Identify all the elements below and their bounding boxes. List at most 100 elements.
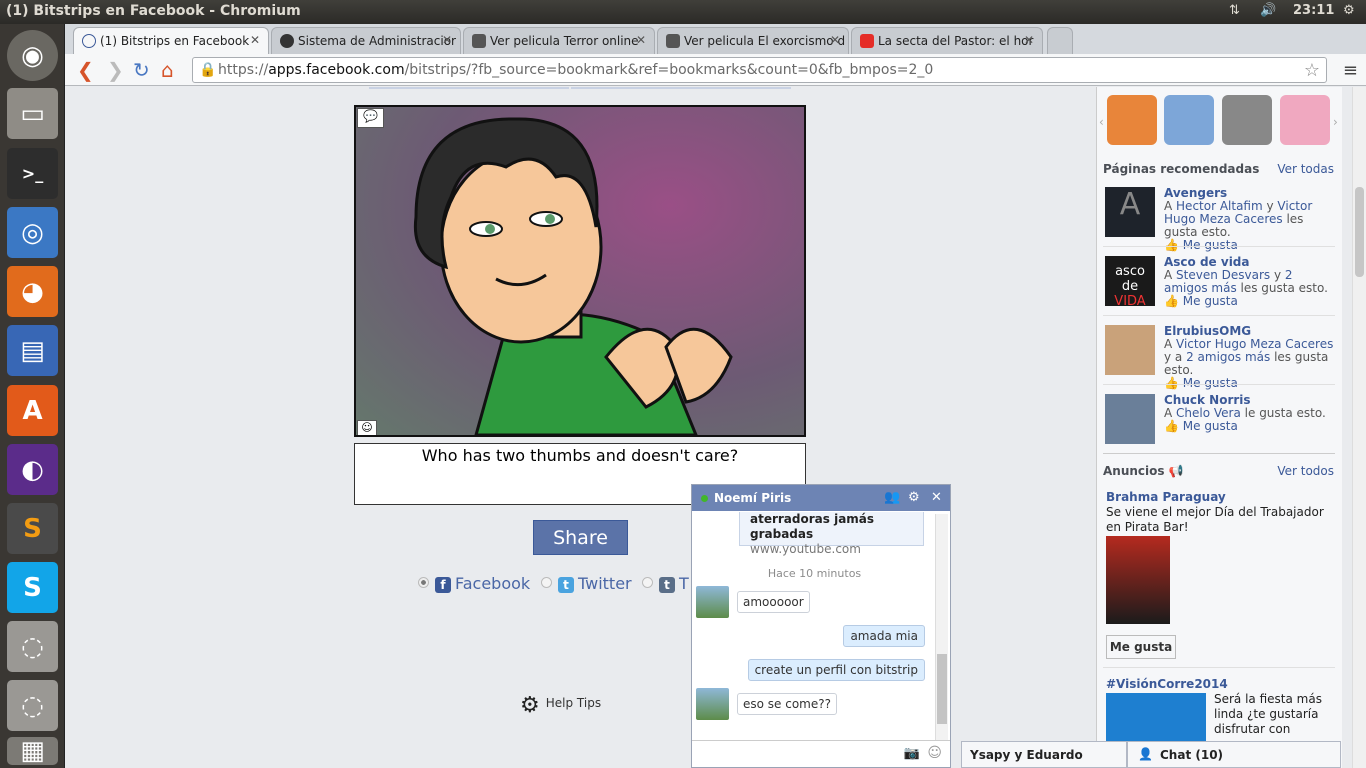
tab-sistema[interactable]: Sistema de Administracior ✕	[271, 27, 461, 54]
ad-image[interactable]	[1106, 536, 1170, 624]
ad-title[interactable]: Brahma Paraguay	[1106, 490, 1226, 504]
tab-terror[interactable]: Ver pelicula Terror online ✕	[463, 27, 655, 54]
elrubius-thumbnail[interactable]	[1105, 325, 1155, 375]
like-button[interactable]: 👍 Me gusta	[1164, 238, 1238, 252]
tab-label: Ver pelicula Terror online	[490, 34, 639, 48]
tab-bitstrips[interactable]: (1) Bitstrips en Facebook ✕	[73, 27, 269, 54]
software-center-icon[interactable]: A	[7, 385, 58, 436]
app-icon-faces[interactable]	[1222, 95, 1272, 145]
new-tab-button[interactable]	[1047, 27, 1073, 54]
reload-icon[interactable]: ↻	[133, 58, 150, 82]
ads-see-all-link[interactable]: Ver todos	[1277, 464, 1334, 478]
gear-icon[interactable]: ⚙	[908, 490, 920, 505]
friend-link[interactable]: Victor Hugo Meza Caceres	[1176, 337, 1333, 351]
like-button[interactable]: 👍 Me gusta	[1164, 294, 1238, 308]
page-name[interactable]: ElrubiusOMG	[1164, 324, 1251, 338]
comic-panel[interactable]: 💬 ☺	[354, 105, 806, 437]
tab-label: Ver pelicula El exorcismo d	[684, 34, 846, 48]
emoticon-icon[interactable]: ☺	[927, 745, 942, 761]
network-icon[interactable]: ⇅	[1229, 3, 1240, 18]
carousel-next-icon[interactable]: ›	[1333, 115, 1338, 129]
shared-link-card[interactable]: aterradoras jamás grabadas www.youtube.c…	[739, 512, 924, 556]
carousel-prev-icon[interactable]: ‹	[1099, 115, 1104, 129]
chat-input[interactable]: 📷 ☺	[692, 740, 950, 767]
help-label: Help Tips	[545, 696, 602, 710]
avatar[interactable]	[696, 688, 729, 720]
forward-icon[interactable]: ❯	[107, 58, 124, 82]
add-friend-icon[interactable]: 👥	[884, 490, 900, 505]
files-icon[interactable]: ▭	[7, 88, 58, 139]
ads-header: Anuncios 📢	[1103, 464, 1184, 478]
terminal-icon[interactable]: >_	[7, 148, 58, 199]
option-label: Facebook	[455, 574, 531, 593]
close-icon[interactable]: ✕	[442, 33, 452, 47]
drive-icon[interactable]: ◌	[7, 621, 58, 672]
page-scrollbar[interactable]	[1352, 87, 1366, 768]
menu-icon[interactable]: ≡	[1343, 60, 1358, 81]
ad-title[interactable]: #VisiónCorre2014	[1106, 677, 1228, 691]
bookmark-star-icon[interactable]: ☆	[1304, 60, 1320, 81]
tab-label: Sistema de Administracior	[298, 34, 456, 48]
page-name[interactable]: Chuck Norris	[1164, 393, 1251, 407]
ad-like-button[interactable]: Me gusta	[1106, 635, 1176, 659]
radio-unselected[interactable]	[642, 577, 653, 588]
settings-gear-icon[interactable]: ⚙	[1343, 3, 1355, 18]
chat-header[interactable]: Noemí Piris 👥 ⚙ ✕	[692, 485, 950, 511]
eclipse-icon[interactable]: ◐	[7, 444, 58, 495]
app-icon-fashion[interactable]	[1280, 95, 1330, 145]
radio-unselected[interactable]	[541, 577, 552, 588]
scrollbar-thumb[interactable]	[1355, 187, 1364, 277]
asco-de-vida-thumbnail[interactable]: asco de VIDA	[1105, 256, 1155, 309]
like-button[interactable]: 👍 Me gusta	[1164, 376, 1238, 390]
chat-tab-group[interactable]: Ysapy y Eduardo	[961, 741, 1127, 768]
like-button[interactable]: 👍 Me gusta	[1164, 419, 1238, 433]
back-icon[interactable]: ❮	[77, 58, 94, 82]
close-icon[interactable]: ✕	[250, 33, 260, 47]
drive-icon[interactable]: ◌	[7, 680, 58, 731]
chuck-norris-thumbnail[interactable]	[1105, 394, 1155, 444]
page-name[interactable]: Asco de vida	[1164, 255, 1250, 269]
skype-icon[interactable]: S	[7, 562, 58, 613]
share-option-facebook[interactable]: f Facebook	[418, 574, 530, 593]
camera-icon[interactable]: 📷	[904, 746, 920, 761]
chromium-icon[interactable]: ◎	[7, 207, 58, 258]
ubuntu-dash-icon[interactable]: ◉	[7, 30, 58, 81]
friend-link[interactable]: Hector Altafim	[1176, 199, 1263, 213]
help-tips-link[interactable]: ⚙ Help Tips	[520, 693, 601, 718]
app-icon-pic[interactable]	[1164, 95, 1214, 145]
friend-link[interactable]: Steven Desvars	[1176, 268, 1270, 282]
avengers-thumbnail[interactable]: A	[1105, 187, 1155, 237]
chat-contact-name[interactable]: Noemí Piris	[714, 491, 791, 505]
clock[interactable]: 23:11	[1293, 3, 1334, 18]
close-icon[interactable]: ✕	[830, 33, 840, 47]
close-icon[interactable]: ✕	[636, 33, 646, 47]
emoji-icon[interactable]: ☺	[357, 420, 377, 435]
chat-sidebar-toggle[interactable]: 👤 Chat (10)	[1127, 741, 1341, 768]
app-icon-pet[interactable]	[1107, 95, 1157, 145]
see-all-link[interactable]: Ver todas	[1277, 162, 1334, 176]
share-button[interactable]: Share	[533, 520, 628, 555]
speech-bubble-icon[interactable]: 💬	[357, 108, 384, 128]
chat-scrollbar[interactable]	[935, 514, 948, 740]
sublime-icon[interactable]: S	[7, 503, 58, 554]
trash-icon[interactable]: ▦	[7, 736, 58, 766]
message-incoming: eso se come??	[737, 693, 837, 715]
close-icon[interactable]: ✕	[1024, 33, 1034, 47]
firefox-icon[interactable]: ◕	[7, 266, 58, 317]
home-icon[interactable]: ⌂	[161, 58, 174, 82]
writer-icon[interactable]: ▤	[7, 325, 58, 376]
volume-icon[interactable]: 🔊	[1260, 3, 1276, 18]
share-option-twitter[interactable]: t Twitter	[541, 574, 632, 593]
friend-link[interactable]: 2 amigos más	[1186, 350, 1270, 364]
close-icon[interactable]: ✕	[931, 490, 942, 505]
chat-scrollbar-thumb[interactable]	[937, 654, 947, 724]
tab-secta[interactable]: La secta del Pastor: el hor ✕	[851, 27, 1043, 54]
friend-link[interactable]: Chelo Vera	[1176, 406, 1241, 420]
avatar[interactable]	[696, 586, 729, 618]
address-bar[interactable]: 🔒 https://apps.facebook.com/bitstrips/?f…	[192, 57, 1327, 83]
radio-selected[interactable]	[418, 577, 429, 588]
share-option-tumblr[interactable]: tT	[642, 574, 689, 593]
page-name[interactable]: Avengers	[1164, 186, 1227, 200]
tab-exorcismo[interactable]: Ver pelicula El exorcismo d ✕	[657, 27, 849, 54]
youtube-icon	[860, 34, 874, 48]
